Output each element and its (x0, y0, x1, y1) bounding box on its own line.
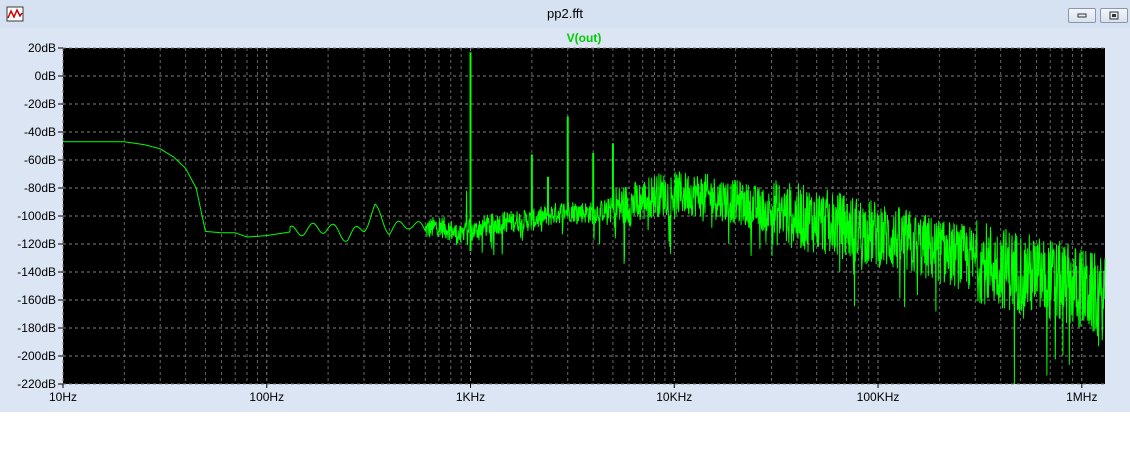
y-tick-label: -200dB (17, 349, 56, 363)
y-tick-label: -80dB (24, 181, 56, 195)
y-tick-label: -220dB (17, 377, 56, 391)
application-window: pp2.fft 20dB 0dB -20dB -40dB -60dB -80dB -100d… (0, 0, 1130, 460)
y-axis-ticks: 20dB 0dB -20dB -40dB -60dB -80dB -100dB -120dB -… (17, 41, 63, 391)
y-tick-label: -100dB (17, 209, 56, 223)
x-tick-label: 100Hz (249, 390, 284, 404)
y-tick-label: -160dB (17, 293, 56, 307)
restore-icon (1109, 11, 1119, 20)
x-tick-label: 1KHz (456, 390, 485, 404)
y-tick-label: -40dB (24, 125, 56, 139)
y-tick-label: 0dB (35, 69, 56, 83)
minimize-button[interactable] (1068, 8, 1096, 23)
restore-button[interactable] (1100, 8, 1128, 23)
fft-plot[interactable]: 20dB 0dB -20dB -40dB -60dB -80dB -100dB -120dB -… (0, 28, 1130, 412)
series-label-vout[interactable]: V(out) (567, 31, 602, 45)
x-tick-label: 10KHz (656, 390, 692, 404)
y-tick-label: 20dB (28, 41, 56, 55)
minimize-icon (1077, 13, 1087, 18)
x-tick-label: 100KHz (857, 390, 900, 404)
window-title: pp2.fft (547, 6, 583, 21)
y-tick-label: -120dB (17, 237, 56, 251)
title-bar[interactable]: pp2.fft (0, 0, 1130, 28)
window-bottom (0, 412, 1130, 460)
y-tick-label: -140dB (17, 265, 56, 279)
y-tick-label: -180dB (17, 321, 56, 335)
x-axis-ticks: 10Hz 100Hz 1KHz 10KHz 100KHz 1MHz (49, 384, 1097, 404)
x-tick-label: 10Hz (49, 390, 77, 404)
y-tick-label: -20dB (24, 97, 56, 111)
x-tick-label: 1MHz (1066, 390, 1097, 404)
y-tick-label: -60dB (24, 153, 56, 167)
